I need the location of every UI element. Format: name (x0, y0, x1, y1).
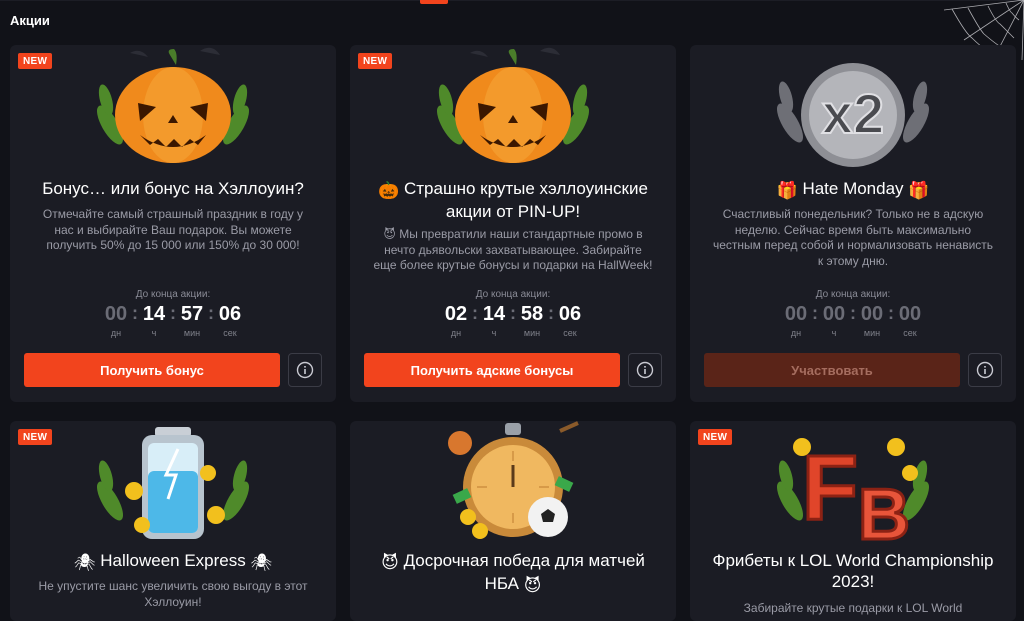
promo-title: 🕷 Halloween Express 🕷 (30, 550, 316, 573)
svg-text:B: B (858, 475, 910, 555)
countdown-minutes: 00 (860, 303, 884, 325)
promo-description: Забирайте крутые подарки к LOL World (743, 601, 963, 615)
promo-card: x2 🎁 Hate Monday 🎁 Счастливый понедельни… (690, 45, 1016, 402)
pumpkin-icon (437, 47, 589, 163)
countdown-minutes: 58 (520, 303, 544, 325)
pumpkin-emoji-icon: 🎃 (378, 181, 400, 200)
devil-emoji-icon: 😈 (381, 553, 399, 572)
promo-title-text: Hate Monday (802, 179, 904, 198)
countdown-seconds-label: сек (223, 328, 237, 338)
info-icon (296, 361, 314, 379)
countdown-days-label: дн (790, 328, 802, 338)
new-badge: NEW (18, 53, 53, 69)
pumpkin-icon (97, 47, 249, 163)
participate-button[interactable]: Участвовать (704, 353, 960, 387)
promo-title-text: Страшно крутые хэллоуинские акции от PIN… (403, 179, 648, 221)
promo-title: 🎃 Страшно крутые хэллоуинские акции от P… (370, 178, 656, 222)
countdown-days: 02 (444, 303, 468, 325)
countdown-label: До конца акции: (135, 289, 211, 300)
countdown-days-label: дн (110, 328, 122, 338)
countdown-minutes-label: мин (523, 328, 541, 338)
info-button[interactable] (288, 353, 322, 387)
promo-title: Фрибеты к LOL World Championship 2023! (712, 551, 994, 591)
svg-text:F: F (802, 437, 858, 539)
countdown-days: 00 (104, 303, 128, 325)
countdown-hours: 14 (482, 303, 506, 325)
stopwatch-icon (448, 421, 579, 539)
countdown-timer: 00 дн : 00 ч : 00 мин : 00 сек (690, 303, 1016, 338)
countdown-hours-label: ч (831, 328, 837, 338)
new-badge: NEW (358, 53, 393, 69)
promo-title: Бонус… или бонус на Хэллоуин? (42, 179, 304, 198)
fb-icon: F B (777, 436, 929, 557)
info-icon (636, 361, 654, 379)
info-icon (976, 361, 994, 379)
get-bonus-button[interactable]: Получить бонус (24, 353, 280, 387)
get-hell-bonuses-button[interactable]: Получить адские бонусы (364, 353, 620, 387)
spider-emoji-icon: 🕷 (73, 553, 96, 572)
countdown-hours-label: ч (151, 328, 157, 338)
countdown-minutes-label: мин (183, 328, 201, 338)
countdown-hours-label: ч (491, 328, 497, 338)
promo-description: Не упустите шанс увеличить свою выгоду в… (38, 579, 308, 609)
svg-text:x2: x2 (822, 82, 884, 145)
promo-title: 🎁 Hate Monday 🎁 (710, 178, 996, 201)
top-nav-indicator (0, 0, 1024, 5)
promo-title: 😈 Досрочная победа для матчей НБА 😈 (370, 550, 656, 596)
countdown-days: 00 (784, 303, 808, 325)
promo-card: F B NEW Фрибеты к LOL World Championship… (690, 421, 1016, 621)
info-button[interactable] (628, 353, 662, 387)
promo-card: NEW 🕷 Halloween Express 🕷 Не упустите ша… (10, 421, 336, 621)
countdown-label: До конца акции: (475, 289, 551, 300)
info-button[interactable] (968, 353, 1002, 387)
promo-card: NEW 🎃 Страшно крутые хэллоуинские акции … (350, 45, 676, 402)
promo-title-text: Halloween Express (100, 551, 246, 570)
battery-icon (97, 427, 249, 539)
devil-emoji-icon: 😈 (523, 576, 542, 595)
countdown-timer: 02 дн : 14 ч : 58 мин : 06 сек (350, 303, 676, 338)
promo-description: Счастливый понедельник? Только не в адск… (712, 207, 994, 268)
x2-icon: x2 (777, 63, 929, 167)
promo-card: 😈 Досрочная победа для матчей НБА 😈 (350, 421, 676, 621)
countdown-days-label: дн (450, 328, 462, 338)
page-title: Акции (10, 13, 50, 28)
countdown-seconds-label: сек (563, 328, 577, 338)
devil-emoji-icon: 😈 (383, 227, 396, 241)
countdown-hours: 00 (822, 303, 846, 325)
new-badge: NEW (18, 429, 53, 445)
promo-card: NEW Бонус… или бонус на Хэллоуин? Отмеча… (10, 45, 336, 402)
new-badge: NEW (698, 429, 733, 445)
countdown-seconds: 00 (898, 303, 922, 325)
countdown-hours: 14 (142, 303, 166, 325)
promo-description: 😈 Мы превратили наши стандартные промо в… (372, 227, 654, 274)
promo-description: Отмечайте самый страшный праздник в году… (42, 207, 304, 252)
promo-description-text: Мы превратили наши стандартные промо в н… (373, 227, 653, 272)
countdown-timer: 00 дн : 14 ч : 57 мин : 06 сек (10, 303, 336, 338)
countdown-seconds: 06 (558, 303, 582, 325)
gift-emoji-icon: 🎁 (908, 181, 930, 200)
gift-emoji-icon: 🎁 (776, 181, 798, 200)
countdown-seconds: 06 (218, 303, 242, 325)
countdown-seconds-label: сек (903, 328, 917, 338)
countdown-minutes-label: мин (863, 328, 881, 338)
countdown-label: До конца акции: (815, 289, 891, 300)
countdown-minutes: 57 (180, 303, 204, 325)
spider-emoji-icon: 🕷 (250, 553, 273, 572)
